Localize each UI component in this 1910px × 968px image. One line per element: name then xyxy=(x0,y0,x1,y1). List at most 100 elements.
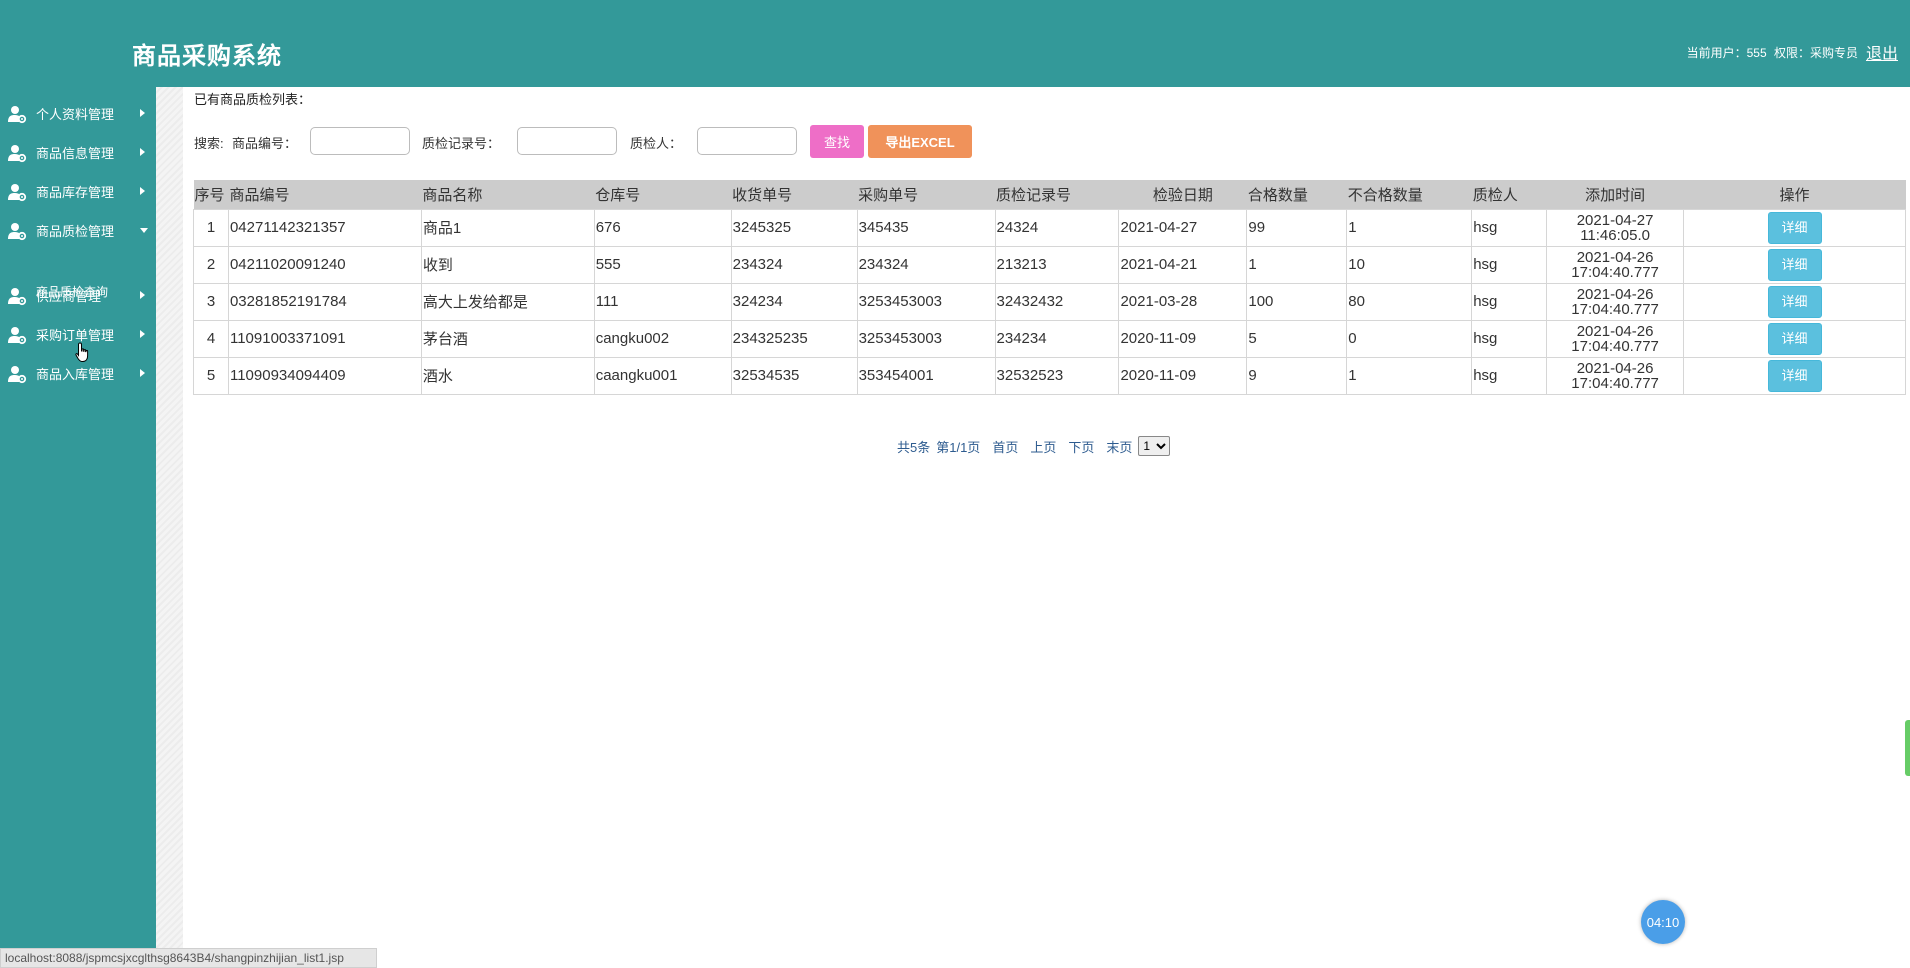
cell-receipt-no: 3245325 xyxy=(730,208,858,247)
added-time: 17:04:40.777 xyxy=(1571,300,1659,318)
chevron-right-icon xyxy=(140,187,145,195)
cell-inspector: hsg xyxy=(1471,208,1548,247)
added-date: 2021-04-27 xyxy=(1576,211,1654,229)
detail-button[interactable]: 详细 xyxy=(1767,359,1822,392)
cell-added-time: 2021-04-26 17:04:40.777 xyxy=(1546,282,1685,321)
added-time: 11:46:05.0 xyxy=(1580,226,1650,244)
cell-actions: 详细 xyxy=(1683,356,1906,395)
cell-added-time: 2021-04-26 17:04:40.777 xyxy=(1546,245,1685,284)
cell-qc-no: 24324 xyxy=(994,208,1120,247)
detail-button[interactable]: 详细 xyxy=(1767,211,1822,244)
col-header: 质检记录号 xyxy=(995,180,1119,209)
added-time: 17:04:40.777 xyxy=(1571,263,1659,281)
table-header-row: 序号 商品编号 商品名称 仓库号 收货单号 采购单号 质检记录号 检验日期 合格… xyxy=(193,180,1906,209)
cell-date: 2020-11-09 xyxy=(1118,356,1248,395)
cell-warehouse: cangku002 xyxy=(593,319,732,358)
detail-button[interactable]: 详细 xyxy=(1767,285,1822,318)
cell-warehouse: 555 xyxy=(593,245,732,284)
sidebar-item[interactable]: 个人资料管理 xyxy=(0,93,156,133)
col-header: 采购单号 xyxy=(857,180,996,209)
export-excel-button[interactable]: 导出EXCEL xyxy=(868,125,972,158)
pager-first-link[interactable]: 首页 xyxy=(992,437,1018,456)
table-row: 5 11090934094409 酒水 caangku001 32534535 35345… xyxy=(193,356,1906,395)
sidebar-item[interactable]: 商品信息管理 xyxy=(0,132,156,172)
col-header: 商品名称 xyxy=(421,180,595,209)
sidebar-subitem-qc-query[interactable]: 商品质检查询 xyxy=(36,283,108,300)
browser-status-bar: localhost:8088/jspmcsjxcglthsg8643B4/sha… xyxy=(0,948,377,968)
col-header: 合格数量 xyxy=(1246,180,1347,209)
user-gear-icon xyxy=(8,288,27,306)
user-gear-icon xyxy=(8,184,27,202)
cell-warehouse: 111 xyxy=(593,282,732,321)
cell-added-time: 2021-04-26 17:04:40.777 xyxy=(1546,356,1685,395)
cell-product-no: 11091003371091 xyxy=(227,319,422,358)
pager-last-link[interactable]: 末页 xyxy=(1106,437,1132,456)
col-header: 收货单号 xyxy=(731,180,858,209)
col-header: 商品编号 xyxy=(228,180,422,209)
cell-product-no: 11090934094409 xyxy=(227,356,422,395)
search-prefix: 搜索: xyxy=(194,136,224,151)
cell-no: 1 xyxy=(193,208,229,247)
cell-product-no: 04271142321357 xyxy=(227,208,422,247)
chevron-right-icon xyxy=(140,330,145,338)
inspector-input[interactable] xyxy=(697,127,797,155)
qc-no-label: 质检记录号： xyxy=(422,136,501,151)
find-button[interactable]: 查找 xyxy=(810,125,864,158)
col-header: 检验日期 xyxy=(1118,180,1247,209)
cell-fail-qty: 80 xyxy=(1346,282,1473,321)
edge-tab[interactable] xyxy=(1905,720,1910,776)
cell-fail-qty: 1 xyxy=(1346,208,1473,247)
chevron-right-icon xyxy=(140,148,145,156)
col-header: 仓库号 xyxy=(594,180,732,209)
cell-pass-qty: 99 xyxy=(1246,208,1348,247)
cell-pass-qty: 9 xyxy=(1246,356,1348,395)
detail-button[interactable]: 详细 xyxy=(1767,322,1822,355)
detail-button[interactable]: 详细 xyxy=(1767,248,1822,281)
cell-order-no: 345435 xyxy=(856,208,996,247)
col-header: 质检人 xyxy=(1471,180,1547,209)
sidebar-item[interactable]: 商品质检管理 xyxy=(0,210,156,250)
product-no-input[interactable] xyxy=(310,127,410,155)
cell-warehouse: 676 xyxy=(593,208,732,247)
cell-no: 3 xyxy=(193,282,229,321)
cell-actions: 详细 xyxy=(1683,319,1906,358)
cell-product-no: 04211020091240 xyxy=(227,245,422,284)
table-row: 2 04211020091240 收到 555 234324 234324 213213 20… xyxy=(193,245,1906,284)
user-gear-icon xyxy=(8,366,27,384)
cell-date: 2021-04-21 xyxy=(1118,245,1248,284)
cell-product-name: 高大上发给都是 xyxy=(420,282,595,321)
pager-next-link[interactable]: 下页 xyxy=(1068,437,1094,456)
sidebar-item-label: 商品入库管理 xyxy=(36,366,115,382)
cell-fail-qty: 10 xyxy=(1346,245,1473,284)
table-row: 4 11091003371091 茅台酒 cangku002 234325235 3253… xyxy=(193,319,1906,358)
user-gear-icon xyxy=(8,145,27,163)
top-header: 商品采购系统 当前用户：555 权限：采购专员 退出 xyxy=(0,0,1910,87)
user-gear-icon xyxy=(8,327,27,345)
qc-table: 序号 商品编号 商品名称 仓库号 收货单号 采购单号 质检记录号 检验日期 合格… xyxy=(193,180,1906,395)
timer-badge[interactable]: 04:10 xyxy=(1641,900,1685,944)
cell-product-no: 03281852191784 xyxy=(227,282,422,321)
cell-receipt-no: 324234 xyxy=(730,282,858,321)
chevron-right-icon xyxy=(140,291,145,299)
pager-page: 第1/1页 xyxy=(936,439,981,455)
logout-link[interactable]: 退出 xyxy=(1866,40,1898,64)
added-date: 2021-04-26 xyxy=(1576,248,1654,266)
cell-fail-qty: 0 xyxy=(1346,319,1473,358)
cell-qc-no: 213213 xyxy=(994,245,1120,284)
pager-page-select[interactable]: 1 xyxy=(1138,436,1171,456)
cell-qc-no: 32532523 xyxy=(994,356,1120,395)
cell-inspector: hsg xyxy=(1471,245,1548,284)
cell-receipt-no: 234325235 xyxy=(730,319,858,358)
chevron-right-icon xyxy=(140,109,145,117)
cell-date: 2021-03-28 xyxy=(1118,282,1248,321)
added-time: 17:04:40.777 xyxy=(1571,374,1659,392)
sidebar-item[interactable]: 商品库存管理 xyxy=(0,171,156,211)
cell-order-no: 234324 xyxy=(856,245,996,284)
pager-prev-link[interactable]: 上页 xyxy=(1030,437,1056,456)
cell-actions: 详细 xyxy=(1683,208,1906,247)
cell-actions: 详细 xyxy=(1683,282,1906,321)
table-row: 1 04271142321357 商品1 676 3245325 345435 24324 2… xyxy=(193,208,1906,247)
qc-no-input[interactable] xyxy=(517,127,617,155)
cell-pass-qty: 100 xyxy=(1246,282,1348,321)
col-header: 操作 xyxy=(1683,180,1906,209)
